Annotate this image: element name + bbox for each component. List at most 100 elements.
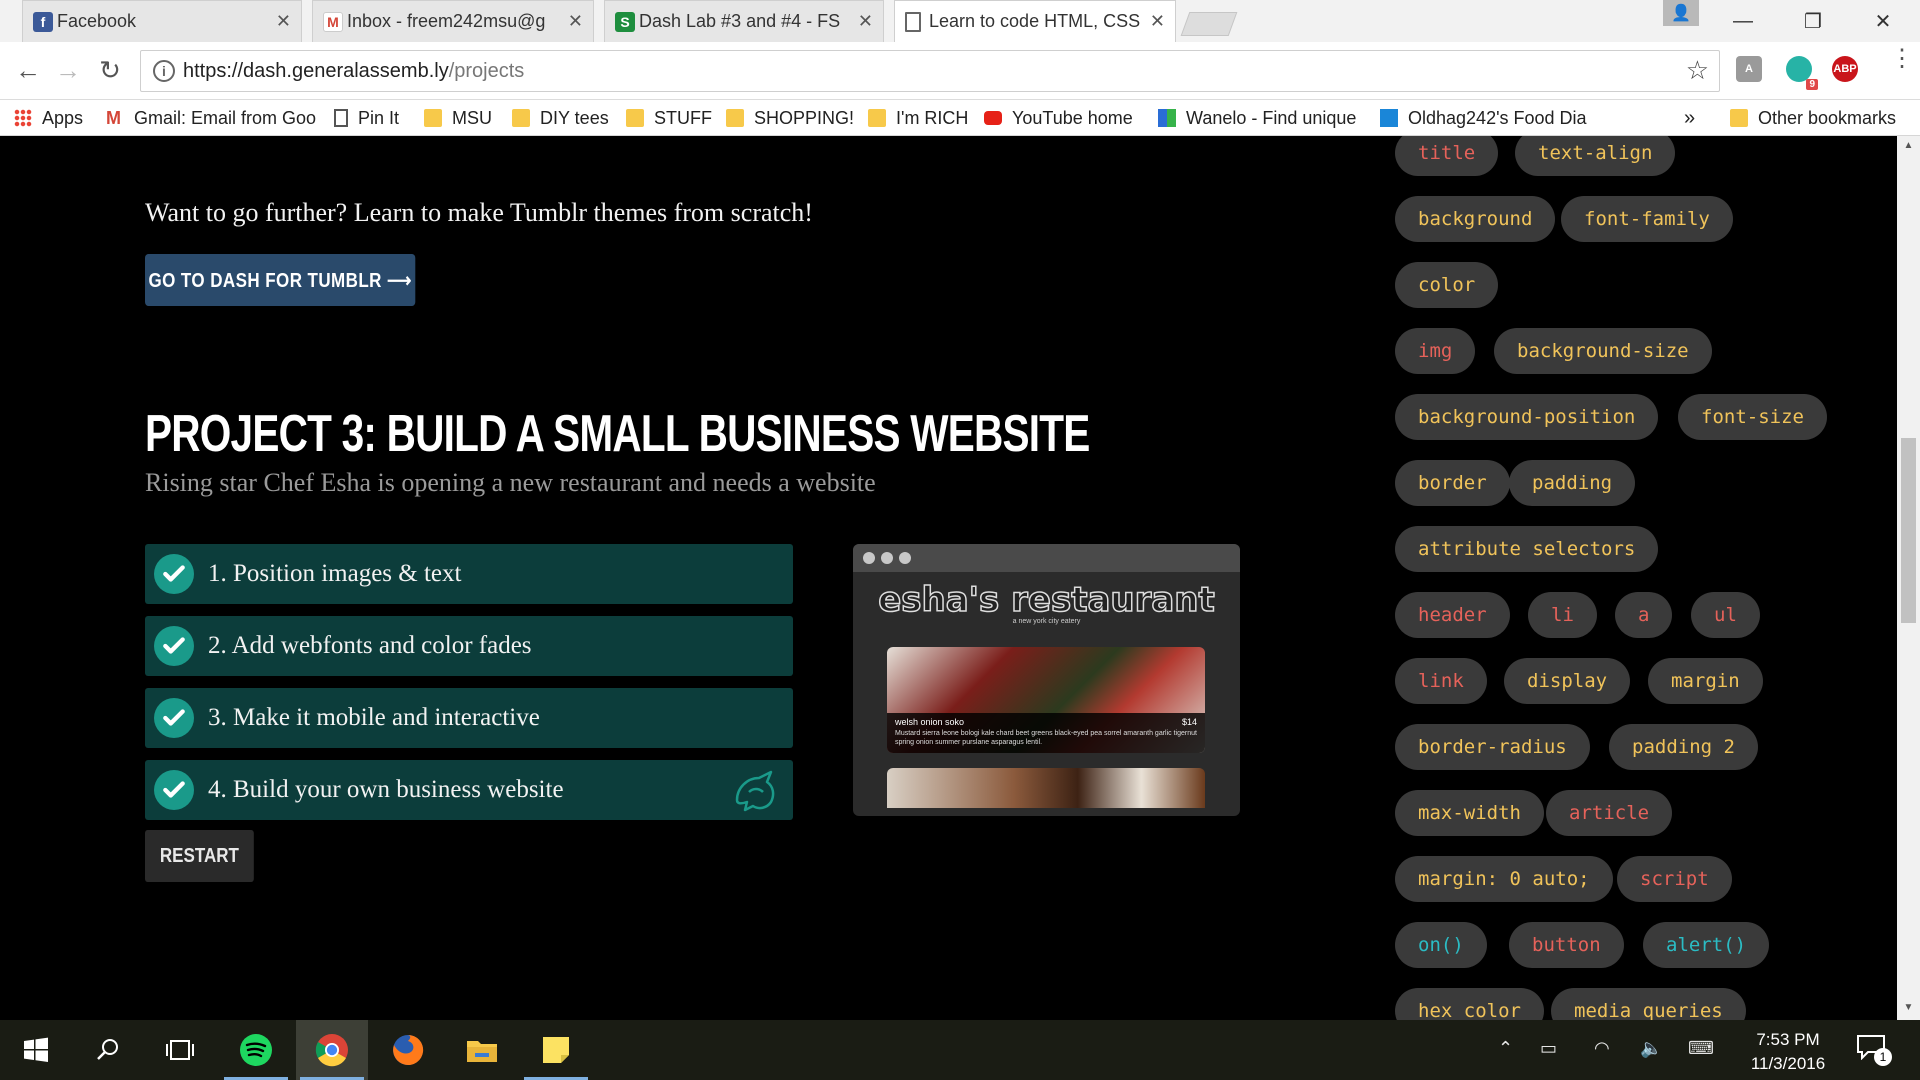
- tag[interactable]: margin: [1648, 658, 1763, 704]
- tag[interactable]: color: [1395, 262, 1499, 308]
- tag[interactable]: max-width: [1395, 790, 1544, 836]
- go-to-dash-for-tumblr-button[interactable]: GO TO DASH FOR TUMBLR ⟶: [145, 254, 416, 306]
- tab-facebook[interactable]: f Facebook ✕: [22, 0, 302, 42]
- gmail-icon: M: [323, 12, 343, 32]
- tag[interactable]: ul: [1691, 592, 1760, 638]
- tag[interactable]: a: [1615, 592, 1673, 638]
- taskbar-spotify[interactable]: [220, 1020, 292, 1080]
- minimize-button[interactable]: —: [1718, 4, 1768, 38]
- unicorn-badge-icon: [735, 770, 775, 812]
- tag[interactable]: padding 2: [1609, 724, 1758, 770]
- taskbar-chrome[interactable]: [296, 1020, 368, 1080]
- tag[interactable]: border-radius: [1395, 724, 1590, 770]
- preview-restaurant-title: esha's restaurant: [877, 579, 1215, 621]
- info-icon[interactable]: i: [153, 60, 175, 82]
- bookmark-folder-im-rich[interactable]: I'm RICH: [868, 106, 968, 130]
- profile-icon[interactable]: 👤: [1663, 0, 1699, 26]
- tag[interactable]: script: [1617, 856, 1732, 902]
- battery-icon[interactable]: ▭: [1540, 1038, 1557, 1059]
- tag[interactable]: background-position: [1395, 394, 1659, 440]
- start-button[interactable]: [0, 1020, 72, 1080]
- tag[interactable]: font-family: [1561, 196, 1733, 242]
- tag[interactable]: media queries: [1551, 988, 1746, 1020]
- bookmark-folder-msu[interactable]: MSU: [424, 106, 492, 130]
- tag[interactable]: title: [1395, 136, 1499, 176]
- taskbar-sticky-notes[interactable]: [520, 1020, 592, 1080]
- wifi-icon[interactable]: ◠: [1594, 1038, 1610, 1059]
- volume-icon[interactable]: 🔈: [1640, 1038, 1662, 1059]
- reload-button[interactable]: ↻: [94, 54, 126, 86]
- tag[interactable]: alert(): [1643, 922, 1770, 968]
- tag[interactable]: font-size: [1678, 394, 1827, 440]
- keyboard-icon[interactable]: ⌨: [1688, 1038, 1714, 1059]
- bookmarks-bar: Apps M Gmail: Email from Goo Pin It MSU …: [0, 100, 1920, 136]
- bookmark-other-bookmarks[interactable]: Other bookmarks: [1730, 106, 1896, 130]
- step-2[interactable]: 2. Add webfonts and color fades: [145, 616, 793, 676]
- page-scrollbar[interactable]: ▲ ▼: [1897, 136, 1920, 1020]
- tag[interactable]: link: [1395, 658, 1487, 704]
- tag[interactable]: img: [1395, 328, 1476, 374]
- close-icon[interactable]: ✕: [276, 11, 291, 32]
- step-3[interactable]: 3. Make it mobile and interactive: [145, 688, 793, 748]
- bookmark-gmail[interactable]: M Gmail: Email from Goo: [106, 106, 316, 130]
- close-icon[interactable]: ✕: [858, 11, 873, 32]
- bookmark-youtube[interactable]: YouTube home: [984, 106, 1133, 130]
- step-4[interactable]: 4. Build your own business website: [145, 760, 793, 820]
- close-window-button[interactable]: ✕: [1858, 4, 1908, 38]
- close-icon[interactable]: ✕: [1150, 11, 1165, 32]
- taskbar-file-explorer[interactable]: [446, 1020, 518, 1080]
- scroll-down-icon[interactable]: ▼: [1901, 1002, 1916, 1017]
- bookmark-folder-diy-tees[interactable]: DIY tees: [512, 106, 609, 130]
- new-tab-button[interactable]: [1180, 12, 1238, 36]
- taskbar-firefox[interactable]: [372, 1020, 444, 1080]
- tag[interactable]: background: [1395, 196, 1556, 242]
- tag[interactable]: li: [1528, 592, 1597, 638]
- menu-icon[interactable]: ⋮: [1890, 47, 1914, 71]
- tag[interactable]: background-size: [1494, 328, 1712, 374]
- restore-button[interactable]: ❐: [1788, 4, 1838, 38]
- step-1[interactable]: 1. Position images & text: [145, 544, 793, 604]
- bookmark-star-icon[interactable]: ☆: [1686, 55, 1709, 86]
- bookmark-folder-stuff[interactable]: STUFF: [626, 106, 712, 130]
- bookmarks-overflow-button[interactable]: »: [1684, 106, 1695, 130]
- tag[interactable]: on(): [1395, 922, 1487, 968]
- taskbar-clock[interactable]: 7:53 PM 11/3/2016: [1728, 1028, 1848, 1076]
- tag[interactable]: margin: 0 auto;: [1395, 856, 1613, 902]
- firefox-icon: [393, 1034, 424, 1065]
- tag[interactable]: button: [1509, 922, 1624, 968]
- project-preview-thumbnail[interactable]: esha's restaurant a new york city eatery…: [853, 544, 1240, 816]
- tag[interactable]: attribute selectors: [1395, 526, 1659, 572]
- extension-icon[interactable]: A: [1736, 56, 1762, 82]
- tab-learn-to-code[interactable]: Learn to code HTML, CSS ✕: [894, 0, 1176, 42]
- tag[interactable]: article: [1546, 790, 1673, 836]
- address-bar[interactable]: i https://dash.generalassemb.ly/projects…: [140, 50, 1720, 92]
- tag[interactable]: border: [1395, 460, 1510, 506]
- bookmark-folder-shopping[interactable]: SHOPPING!: [726, 106, 854, 130]
- scroll-thumb[interactable]: [1901, 438, 1916, 623]
- action-center-button[interactable]: 1: [1856, 1034, 1896, 1066]
- forward-button[interactable]: →: [52, 54, 84, 86]
- task-view-button[interactable]: [144, 1020, 216, 1080]
- tab-sheets[interactable]: S Dash Lab #3 and #4 - FS ✕: [604, 0, 884, 42]
- back-button[interactable]: ←: [12, 54, 44, 86]
- tag[interactable]: display: [1504, 658, 1631, 704]
- scroll-up-icon[interactable]: ▲: [1901, 140, 1916, 155]
- search-button[interactable]: [72, 1020, 144, 1080]
- show-hidden-icons-chevron-icon[interactable]: ⌃: [1498, 1038, 1513, 1059]
- adblock-icon[interactable]: ABP: [1832, 56, 1858, 82]
- tag[interactable]: header: [1395, 592, 1510, 638]
- bookmark-apps[interactable]: Apps: [14, 106, 83, 130]
- bookmark-pin-it[interactable]: Pin It: [334, 106, 399, 130]
- spotify-icon: [240, 1034, 272, 1066]
- bookmark-wanelo[interactable]: Wanelo - Find unique: [1158, 106, 1358, 130]
- restart-button[interactable]: RESTART: [145, 830, 254, 882]
- folder-icon: [868, 109, 886, 127]
- bookmark-food-diary[interactable]: Oldhag242's Food Dia: [1380, 106, 1590, 130]
- tab-gmail[interactable]: M Inbox - freem242msu@g ✕: [312, 0, 594, 42]
- tag[interactable]: hex color: [1395, 988, 1544, 1020]
- close-icon[interactable]: ✕: [568, 11, 583, 32]
- tag[interactable]: padding: [1509, 460, 1636, 506]
- tag[interactable]: text-align: [1515, 136, 1676, 176]
- apps-grid-icon: [14, 109, 32, 127]
- location-extension-icon[interactable]: 9: [1786, 56, 1818, 90]
